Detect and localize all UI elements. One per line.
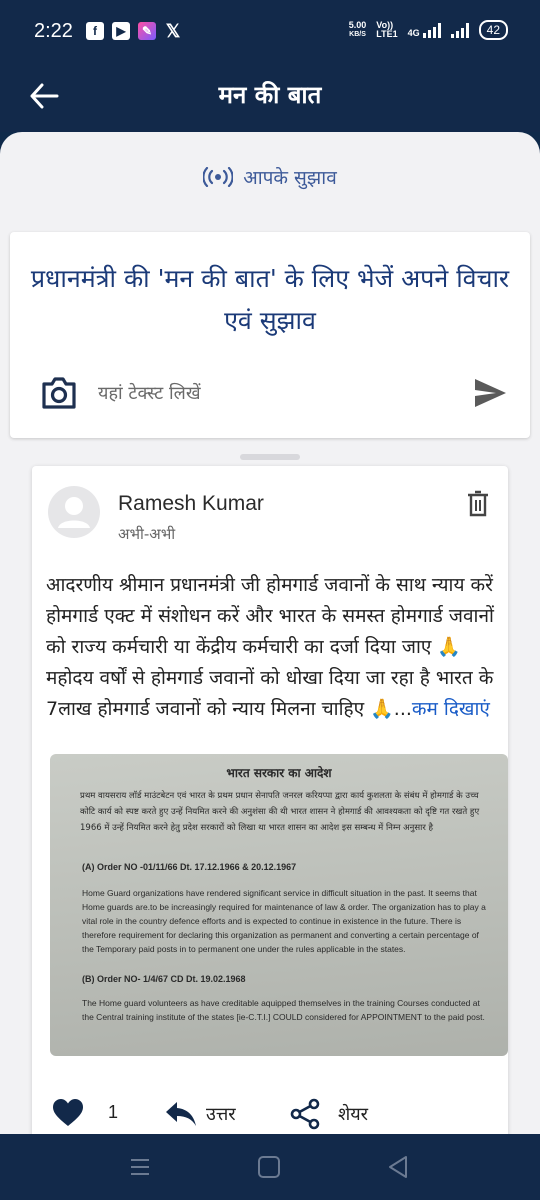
heart-icon[interactable]: [52, 1098, 84, 1128]
network-speed-value: 5.00: [348, 20, 367, 30]
volte-bottom-label: LTE1: [376, 29, 398, 39]
delete-icon[interactable]: [466, 490, 490, 518]
post-time: अभी-अभी: [118, 525, 176, 543]
facebook-icon: f: [86, 22, 104, 40]
post-card: Ramesh Kumar अभी-अभी आदरणीय श्रीमान प्रध…: [32, 466, 508, 1134]
like-count: 1: [108, 1102, 119, 1122]
page-title: मन की बात: [218, 81, 322, 109]
reply-icon[interactable]: [164, 1100, 198, 1128]
nav-back-icon[interactable]: [386, 1154, 410, 1180]
suggestion-text-input[interactable]: [98, 378, 458, 408]
main-content: आपके सुझाव प्रधानमंत्री की 'मन की बात' क…: [0, 132, 540, 1134]
status-bar: 2:22 f ▶ ✎ 𝕏 5.00 KB/S Vo)) LTE1 4G 42: [0, 0, 540, 62]
post-body: आदरणीय श्रीमान प्रधानमंत्री जी होमगार्ड …: [46, 570, 502, 725]
reply-label[interactable]: उत्तर: [206, 1102, 236, 1126]
youtube-icon: ▶: [112, 22, 130, 40]
network-speed-unit: KB/S: [349, 31, 366, 38]
volte-indicator: Vo)) LTE1: [376, 21, 397, 39]
compose-heading: प्रधानमंत्री की 'मन की बात' के लिए भेजें…: [30, 264, 510, 335]
doc-order-a-text: Home Guard organizations have rendered s…: [82, 888, 486, 954]
post-attachment-image[interactable]: भारत सरकार का आदेश प्रथम वायसराय लॉर्ड म…: [50, 754, 508, 1056]
home-icon[interactable]: [258, 1156, 280, 1178]
doc-order-b: (B) Order NO- 1/4/67 CD Dt. 19.02.1968: [82, 974, 246, 984]
status-notification-icons: f ▶ ✎ 𝕏: [86, 20, 182, 41]
camera-icon[interactable]: [40, 374, 78, 412]
send-icon[interactable]: [472, 376, 508, 410]
system-nav-bar: [0, 1134, 540, 1200]
cell-signal-icon: 4G: [408, 22, 441, 38]
user-icon: [58, 497, 90, 528]
doc-hindi-text: प्रथम वायसराय लॉर्ड माउंटबेटन एवं भारत क…: [80, 791, 480, 833]
show-less-link[interactable]: कम दिखाएं: [412, 698, 490, 720]
app-shortcut-icon: ✎: [138, 22, 156, 40]
network-type: 4G: [407, 28, 420, 38]
status-time: 2:22: [34, 20, 73, 42]
app-bar: मन की बात: [0, 62, 540, 132]
x-twitter-icon: 𝕏: [165, 20, 181, 41]
doc-order-b-text: The Home guard volunteers as have credit…: [82, 998, 485, 1022]
status-indicators: 5.00 KB/S Vo)) LTE1 4G 42: [349, 20, 508, 40]
suggestions-label: आपके सुझाव: [243, 167, 337, 189]
post-author: Ramesh Kumar: [118, 492, 264, 515]
post-actions: 1 उत्तर शेयर: [32, 1096, 508, 1134]
recent-apps-icon[interactable]: [128, 1156, 152, 1178]
share-icon[interactable]: [290, 1098, 320, 1130]
compose-card: प्रधानमंत्री की 'मन की बात' के लिए भेजें…: [10, 232, 530, 438]
broadcast-icon: [203, 167, 234, 187]
share-label[interactable]: शेयर: [338, 1102, 368, 1126]
sheet-handle: [240, 454, 300, 460]
network-speed: 5.00 KB/S: [349, 21, 367, 39]
suggestions-header: आपके सुझाव: [0, 160, 540, 194]
second-signal-icon: [450, 22, 469, 38]
doc-title: भारत सरकार का आदेश: [226, 766, 332, 780]
doc-order-a: (A) Order NO -01/11/66 Dt. 17.12.1966 & …: [82, 862, 297, 872]
avatar[interactable]: [48, 486, 100, 538]
battery-icon: 42: [478, 20, 508, 40]
